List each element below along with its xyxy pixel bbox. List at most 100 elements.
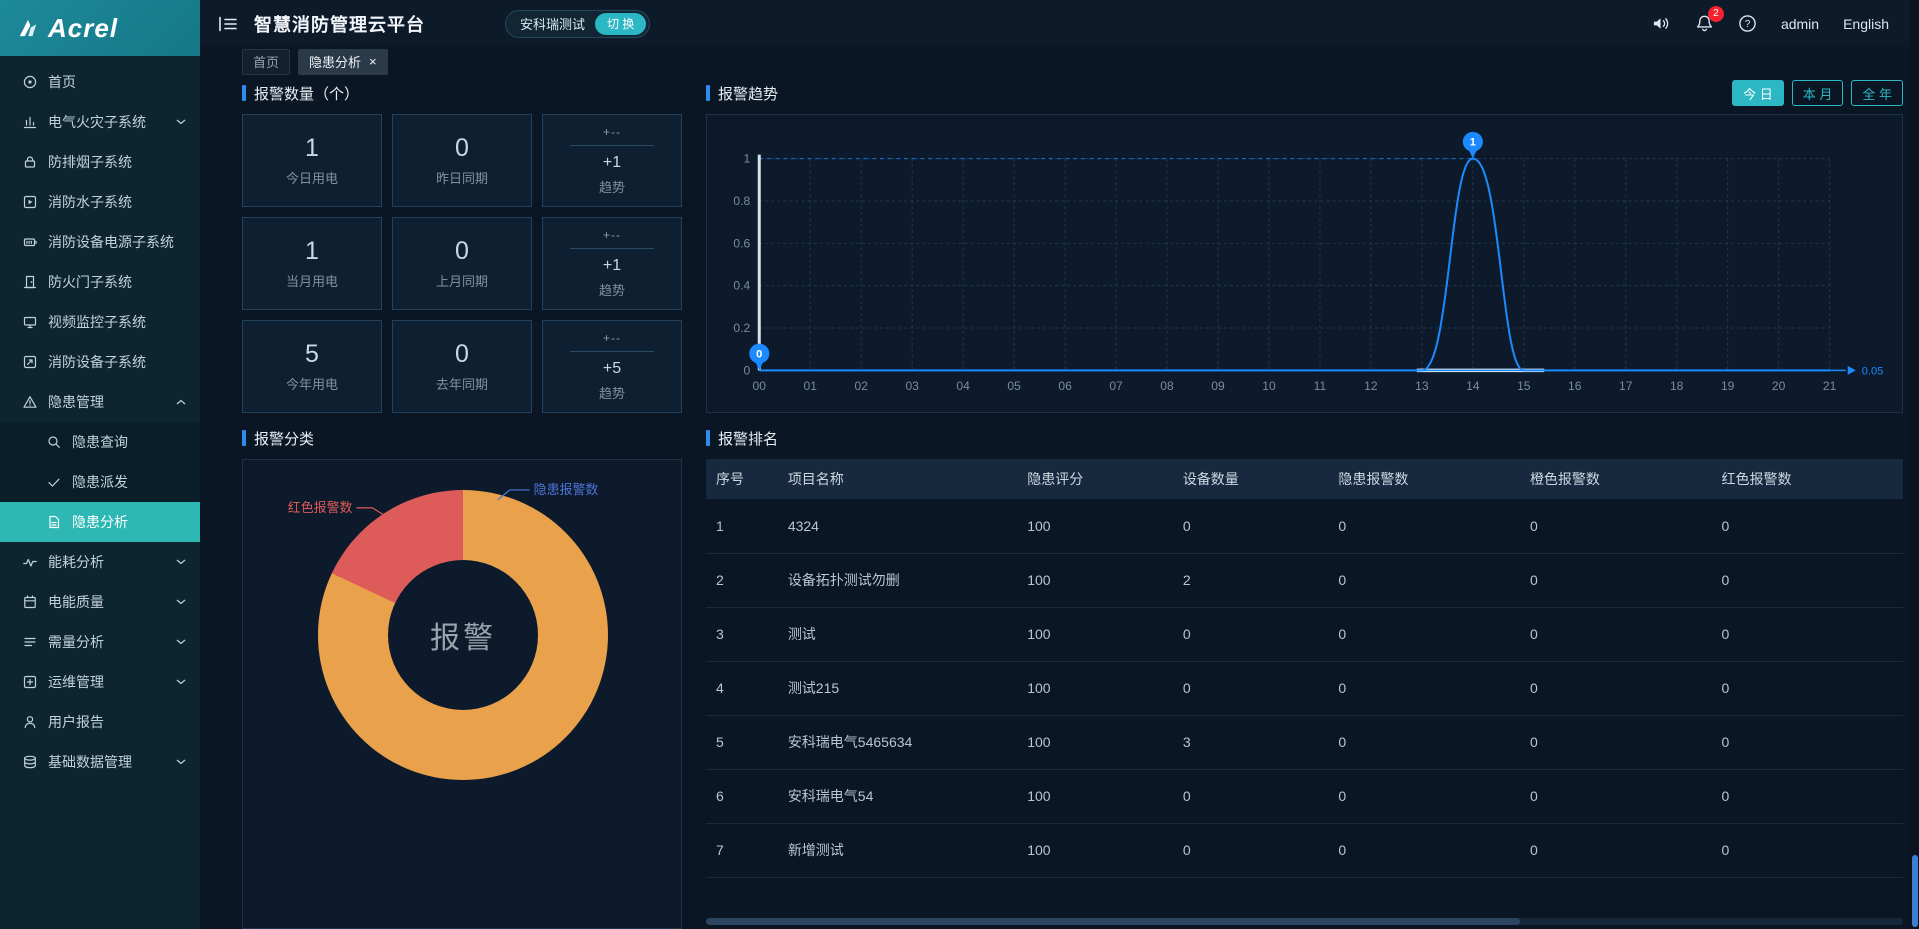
svg-text:16: 16 [1568,379,1582,393]
sidebar-item-hazard-mgmt[interactable]: 隐患管理 [0,382,200,422]
col-device-count: 设备数量 [1173,459,1329,499]
check-icon [46,474,62,490]
range-today-button[interactable]: 今 日 [1732,80,1784,106]
donut-ring: 报警 [318,490,608,780]
sidebar-item-fire-door[interactable]: 防火门子系统 [0,262,200,302]
svg-text:17: 17 [1619,379,1633,393]
cell-red-alarms: 0 [1711,607,1903,661]
horizontal-scrollbar[interactable] [706,918,1903,925]
svg-text:1: 1 [743,152,750,166]
svg-text:13: 13 [1415,379,1429,393]
cell-red-alarms: 0 [1711,661,1903,715]
cell-device-count: 0 [1173,499,1329,553]
table-row[interactable]: 1 4324 100 0 0 0 0 [706,499,1903,553]
language-switch[interactable]: English [1843,16,1889,32]
table-row[interactable]: 5 安科瑞电气5465634 100 3 0 0 0 [706,715,1903,769]
svg-text:11: 11 [1314,379,1327,393]
cell-orange-alarms: 0 [1520,823,1712,877]
stat-value: 1 [305,134,319,163]
trend-sparkline: +-- [603,125,621,139]
sidebar-item-label: 消防设备子系统 [48,352,146,372]
export-square-icon [22,354,38,370]
divider [570,145,654,146]
cell-hazard-alarms: 0 [1328,607,1520,661]
svg-text:18: 18 [1670,379,1684,393]
slice-label-red: 红色报警数 [288,500,353,515]
document-icon [46,514,62,530]
svg-text:12: 12 [1364,379,1378,393]
stat-label: 今年用电 [286,374,338,393]
svg-text:0: 0 [756,349,762,361]
table-row[interactable]: 2 设备拓扑测试勿删 100 2 0 0 0 [706,553,1903,607]
close-tab-icon[interactable]: × [369,55,377,68]
table-row[interactable]: 6 安科瑞电气54 100 0 0 0 0 [706,769,1903,823]
notification-badge: 2 [1708,6,1724,22]
cell-device-count: 0 [1173,661,1329,715]
sidebar-item-hazard-dispatch[interactable]: 隐患派发 [0,462,200,502]
sidebar-item-base-data[interactable]: 基础数据管理 [0,742,200,782]
stat-card-today: 1 今日用电 [242,114,382,207]
table-row[interactable]: 4 测试215 100 0 0 0 0 [706,661,1903,715]
svg-text:0: 0 [743,363,750,377]
user-name[interactable]: admin [1781,16,1819,32]
svg-text:20: 20 [1772,379,1786,393]
trend-card-month: +-- +1 趋势 [542,217,682,310]
svg-text:0.2: 0.2 [733,321,750,335]
app-logo: Acrel [0,0,200,56]
volume-icon[interactable] [1652,14,1671,33]
sidebar-item-user-report[interactable]: 用户报告 [0,702,200,742]
cell-hazard-alarms: 0 [1328,715,1520,769]
sidebar-item-home[interactable]: 首页 [0,62,200,102]
svg-text:09: 09 [1211,379,1225,393]
switch-project-button[interactable]: 切 换 [595,13,646,35]
sidebar-item-energy-analysis[interactable]: 能耗分析 [0,542,200,582]
notification-bell-icon[interactable]: 2 [1695,14,1714,33]
table-row[interactable]: 3 测试 100 0 0 0 0 [706,607,1903,661]
sidebar-item-power-supply[interactable]: 消防设备电源子系统 [0,222,200,262]
horizontal-scrollbar-thumb[interactable] [706,918,1520,925]
table-row[interactable]: 7 新增测试 100 0 0 0 0 [706,823,1903,877]
svg-text:0.4: 0.4 [733,279,750,293]
topbar-actions: 2 ? admin English [1652,14,1889,33]
svg-text:07: 07 [1109,379,1123,393]
range-month-button[interactable]: 本 月 [1792,80,1844,106]
sidebar-item-video-monitor[interactable]: 视频监控子系统 [0,302,200,342]
sidebar-item-power-quality[interactable]: 电能质量 [0,582,200,622]
svg-text:19: 19 [1721,379,1735,393]
sidebar-item-fire-device[interactable]: 消防设备子系统 [0,342,200,382]
cell-device-count: 2 [1173,553,1329,607]
scrollbar-thumb[interactable] [1912,855,1918,927]
cell-seq: 5 [706,715,778,769]
help-icon[interactable]: ? [1738,14,1757,33]
menu-toggle-icon[interactable] [218,16,238,32]
sidebar-item-label: 防火门子系统 [48,272,132,292]
sidebar-item-hazard-analysis[interactable]: 隐患分析 [0,502,200,542]
stat-label: 当月用电 [286,271,338,290]
range-year-button[interactable]: 全 年 [1851,80,1903,106]
trend-value: +5 [603,360,621,378]
sidebar-item-electric-fire[interactable]: 电气火灾子系统 [0,102,200,142]
sidebar-item-label: 隐患分析 [72,512,128,532]
tab-hazard-analysis[interactable]: 隐患分析 × [298,49,388,75]
sidebar-item-hazard-query[interactable]: 隐患查询 [0,422,200,462]
svg-text:0.05: 0.05 [1862,365,1884,377]
svg-text:02: 02 [854,379,868,393]
project-selector[interactable]: 安科瑞测试 切 换 [505,10,650,38]
sidebar-item-smoke-control[interactable]: 防排烟子系统 [0,142,200,182]
cell-red-alarms: 0 [1711,499,1903,553]
cell-hazard-alarms: 0 [1328,553,1520,607]
svg-text:14: 14 [1466,379,1480,393]
trend-card-year: +-- +5 趋势 [542,320,682,413]
trend-label: 趋势 [599,383,625,402]
title-bar-accent [706,430,710,446]
tab-home[interactable]: 首页 [242,49,290,75]
sidebar-item-ops-mgmt[interactable]: 运维管理 [0,662,200,702]
top-header: 智慧消防管理云平台 安科瑞测试 切 换 2 ? admin English [200,0,1919,47]
cell-orange-alarms: 0 [1520,715,1712,769]
cell-orange-alarms: 0 [1520,661,1712,715]
svg-text:00: 00 [753,379,767,393]
sidebar-item-fire-water[interactable]: 消防水子系统 [0,182,200,222]
list-icon [22,634,38,650]
cell-hazard-score: 100 [1017,661,1173,715]
sidebar-item-demand-analysis[interactable]: 需量分析 [0,622,200,662]
